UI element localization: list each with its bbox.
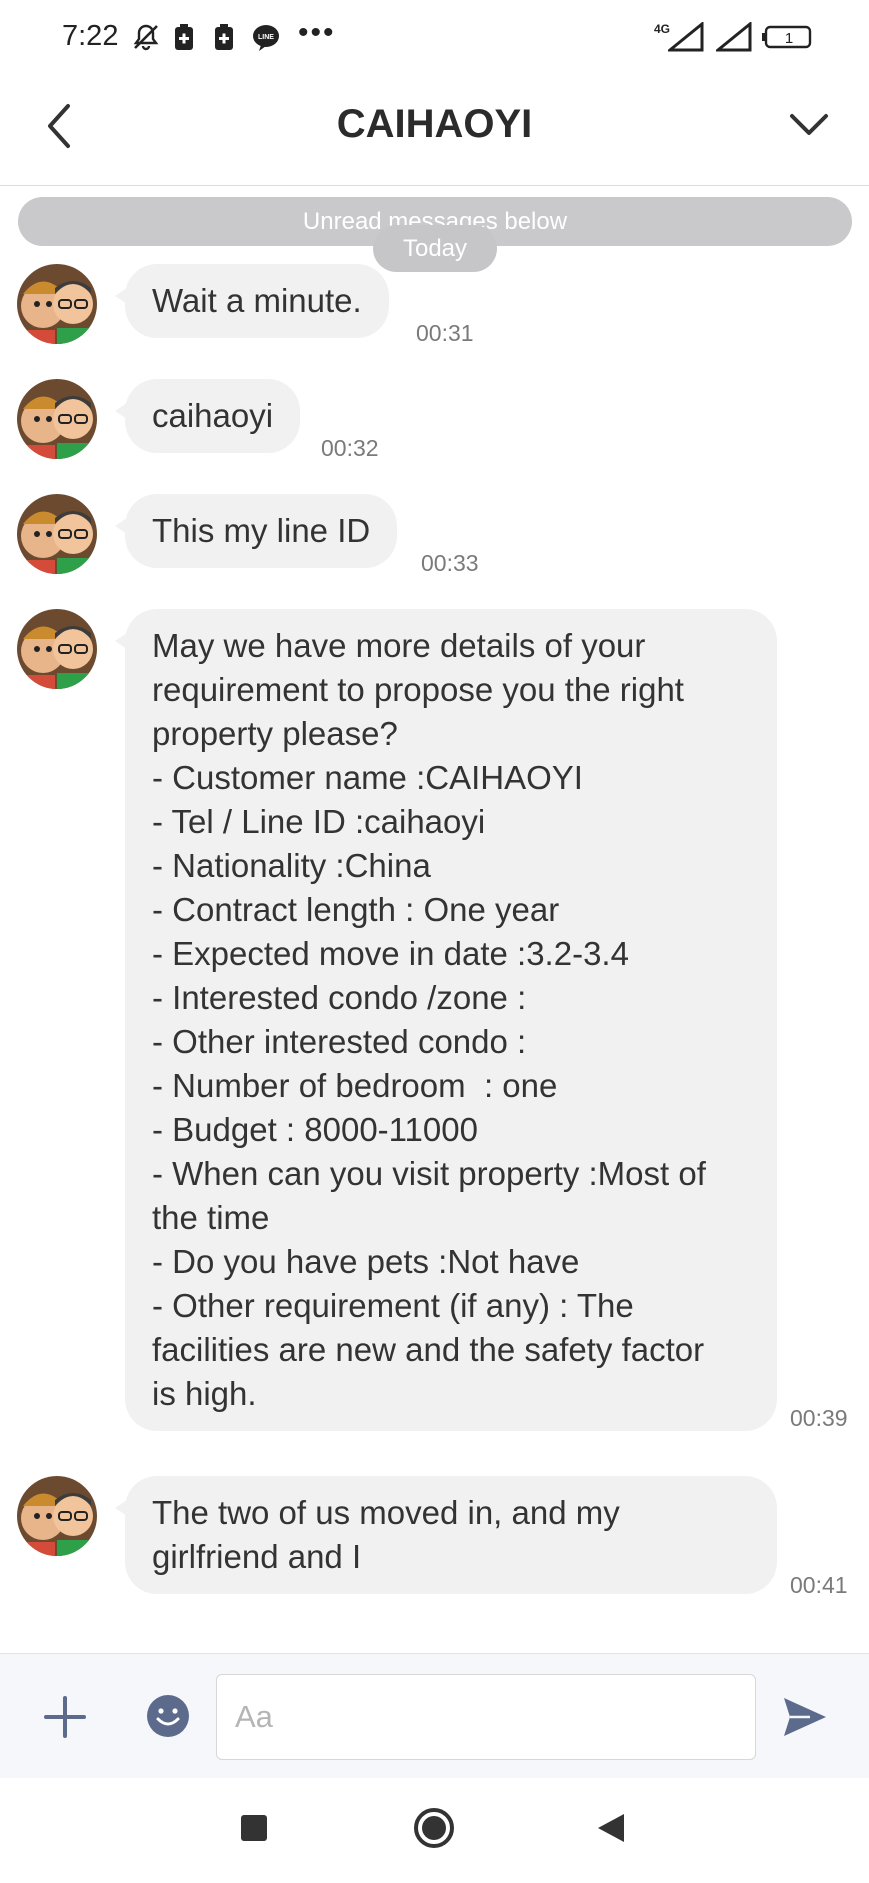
message-text-line: is high.	[152, 1375, 257, 1412]
message-bubble[interactable]: May we have more details of your require…	[115, 609, 777, 1431]
message-text: This my line ID	[152, 512, 371, 549]
battery-icon: 1	[762, 22, 812, 57]
message-bubble[interactable]: caihaoyi	[114, 379, 301, 453]
message-text-line: - Number of bedroom : one	[152, 1067, 558, 1104]
back-nav-button[interactable]	[596, 1812, 626, 1849]
back-triangle-icon	[598, 1814, 624, 1842]
mute-icon	[131, 22, 161, 57]
home-button[interactable]	[413, 1807, 455, 1854]
message-text-line: - Contract length : One year	[152, 891, 560, 928]
emoji-button[interactable]	[146, 1694, 190, 1738]
message-text-line: facilities are new and the safety factor	[152, 1331, 705, 1368]
chat-title: CAIHAOYI	[336, 102, 533, 146]
message-bubble[interactable]: The two of us moved in, and my girlfrien…	[115, 1476, 777, 1594]
sim-icon	[173, 22, 195, 57]
signal-icon	[713, 20, 754, 57]
more-dots-icon: •••	[298, 16, 336, 49]
message-text-line: The two of us moved in, and my	[152, 1494, 620, 1531]
message-bubble[interactable]: This my line ID	[114, 494, 398, 568]
message-text-line: - Interested condo /zone :	[152, 979, 527, 1016]
line-app-icon: LINE	[251, 22, 281, 57]
avatar[interactable]	[17, 264, 97, 344]
message-text-line: - Other interested condo :	[152, 1023, 527, 1060]
message-text-line: requirement to propose you the right	[152, 671, 684, 708]
message-text-line: - Other requirement (if any) : The	[152, 1287, 634, 1324]
svg-text:1: 1	[785, 30, 793, 47]
message-text-line: - When can you visit property :Most of	[152, 1155, 706, 1192]
message-time: 00:32	[321, 435, 379, 461]
message-text-line: - Expected move in date :3.2-3.4	[152, 935, 629, 972]
status-time: 7:22	[62, 20, 119, 52]
avatar[interactable]	[17, 379, 97, 459]
message-text-line: - Tel / Line ID :caihaoyi	[152, 803, 486, 840]
message-time: 00:41	[790, 1572, 848, 1598]
recents-square-icon	[241, 1815, 267, 1841]
home-circle-icon	[414, 1808, 454, 1848]
send-icon	[784, 1698, 826, 1736]
chevron-down-icon	[790, 114, 828, 135]
emoji-icon	[147, 1695, 189, 1737]
status-bar: 7:22 LINE ••• 4G 1	[0, 0, 869, 76]
message-text-line: - Do you have pets :Not have	[152, 1243, 580, 1280]
date-separator: Today	[373, 225, 497, 272]
message-input[interactable]	[216, 1674, 756, 1760]
message-time: 00:31	[416, 320, 474, 346]
attach-button[interactable]	[42, 1694, 88, 1740]
message-text-line: the time	[152, 1199, 270, 1236]
message-text: Wait a minute.	[152, 282, 362, 319]
message-text-line: property please?	[152, 715, 398, 752]
svg-text:LINE: LINE	[258, 34, 274, 41]
message-text-line: May we have more details of your	[152, 627, 646, 664]
chat-area[interactable]: Unread messages below Today Wait a minut…	[0, 187, 869, 1652]
message-bubble[interactable]: Wait a minute.	[115, 264, 389, 338]
chat-header: CAIHAOYI	[0, 76, 869, 186]
system-nav-bar	[0, 1778, 869, 1883]
message-time: 00:39	[790, 1405, 848, 1431]
recents-button[interactable]	[240, 1814, 268, 1847]
send-button[interactable]	[780, 1692, 830, 1742]
avatar[interactable]	[17, 494, 97, 574]
avatar[interactable]	[17, 1476, 97, 1556]
signal-icon	[665, 20, 706, 57]
plus-icon	[44, 1696, 86, 1738]
avatar[interactable]	[17, 609, 97, 689]
message-input-bar	[0, 1653, 869, 1778]
message-text-line: girlfriend and I	[152, 1538, 362, 1575]
sim-icon	[213, 22, 235, 57]
message-text: caihaoyi	[152, 397, 274, 434]
chat-menu-button[interactable]	[786, 102, 832, 148]
message-text-line: - Nationality :China	[152, 847, 431, 884]
message-text-line: - Budget : 8000-11000	[152, 1111, 478, 1148]
message-time: 00:33	[421, 550, 479, 576]
message-text-line: - Customer name :CAIHAOYI	[152, 759, 583, 796]
